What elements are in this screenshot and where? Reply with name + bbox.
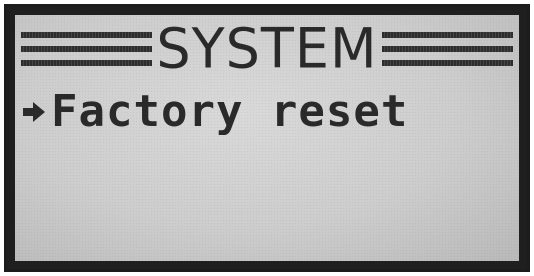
- menu-item-factory-reset[interactable]: Factory reset: [21, 85, 513, 139]
- screen-header: SYSTEM: [21, 16, 513, 81]
- header-rule-right: [381, 32, 513, 66]
- lcd-bezel: SYSTEM Factory reset: [4, 4, 530, 272]
- lcd-screen: SYSTEM Factory reset: [15, 15, 519, 261]
- right-arrow-icon: [21, 92, 51, 132]
- device-frame: SYSTEM Factory reset: [0, 0, 534, 276]
- header-rule-left: [21, 32, 153, 66]
- screen-title: SYSTEM: [156, 16, 378, 81]
- menu-item-label: Factory reset: [51, 86, 409, 137]
